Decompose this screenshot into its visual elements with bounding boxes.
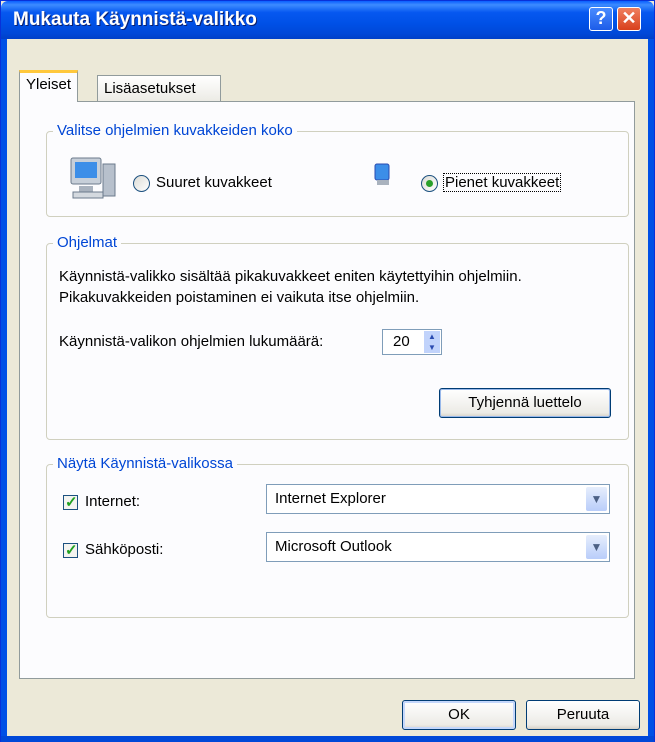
window-frame-left <box>1 39 7 742</box>
program-count-label: Käynnistä-valikon ohjelmien lukumäärä: <box>59 333 324 350</box>
tab-general[interactable]: Yleiset <box>19 70 79 102</box>
group-title: Valitse ohjelmien kuvakkeiden koko <box>53 122 297 139</box>
cancel-button[interactable]: Peruuta <box>526 700 640 730</box>
email-checkbox[interactable]: ✓ <box>63 542 78 559</box>
internet-checkbox[interactable]: ✓ <box>63 494 78 511</box>
title-bar[interactable]: Mukauta Käynnistä-valikko ? ✕ <box>1 1 654 39</box>
internet-label[interactable]: Internet: <box>85 493 140 510</box>
group-title: Ohjelmat <box>53 234 122 251</box>
clear-list-button[interactable]: Tyhjennä luettelo <box>439 388 611 418</box>
program-count-value[interactable]: 20 <box>393 333 410 350</box>
help-button[interactable]: ? <box>589 7 613 31</box>
close-x-icon: ✕ <box>621 8 637 28</box>
email-client-value: Microsoft Outlook <box>275 538 392 555</box>
close-button[interactable]: ✕ <box>617 7 641 31</box>
internet-browser-select[interactable]: Internet Explorer ▼ <box>266 484 610 514</box>
email-label[interactable]: Sähköposti: <box>85 541 163 558</box>
question-mark-icon: ? <box>595 8 607 28</box>
tab-advanced[interactable]: Lisäasetukset <box>97 75 221 101</box>
chevron-down-icon[interactable]: ▼ <box>586 487 607 511</box>
ok-button[interactable]: OK <box>402 700 516 730</box>
spin-down-icon[interactable]: ▼ <box>424 342 440 353</box>
programs-description-line1: Käynnistä-valikko sisältää pikakuvakkeet… <box>59 268 522 285</box>
small-computer-icon <box>374 163 390 185</box>
checkmark-icon: ✓ <box>65 542 78 559</box>
dialog-window: Mukauta Käynnistä-valikko ? ✕ Yleiset Li… <box>0 0 655 742</box>
large-icons-label[interactable]: Suuret kuvakkeet <box>156 174 272 191</box>
tab-label: Lisäasetukset <box>104 80 196 97</box>
icon-size-group: Valitse ohjelmien kuvakkeiden koko Suure… <box>46 122 629 217</box>
window-title: Mukauta Käynnistä-valikko <box>13 9 257 30</box>
spin-up-icon[interactable]: ▲ <box>424 331 440 342</box>
window-frame-bottom <box>1 736 654 742</box>
programs-description-line2: Pikakuvakkeiden poistaminen ei vaikuta i… <box>59 289 420 306</box>
internet-browser-value: Internet Explorer <box>275 490 386 507</box>
spinner-buttons: ▲ ▼ <box>424 331 440 353</box>
checkmark-icon: ✓ <box>65 494 78 511</box>
small-icons-radio[interactable] <box>421 175 438 192</box>
email-client-select[interactable]: Microsoft Outlook ▼ <box>266 532 610 562</box>
small-icons-label[interactable]: Pienet kuvakkeet <box>443 173 562 192</box>
radio-selected-dot <box>426 180 433 187</box>
large-computer-icon <box>70 157 116 199</box>
large-icons-radio[interactable] <box>133 175 150 192</box>
chevron-down-icon[interactable]: ▼ <box>586 535 607 559</box>
window-frame-right <box>648 39 654 742</box>
group-title: Näytä Käynnistä-valikossa <box>53 455 237 472</box>
program-count-spinner[interactable]: 20 ▲ ▼ <box>382 329 442 355</box>
tab-label: Yleiset <box>26 76 72 93</box>
